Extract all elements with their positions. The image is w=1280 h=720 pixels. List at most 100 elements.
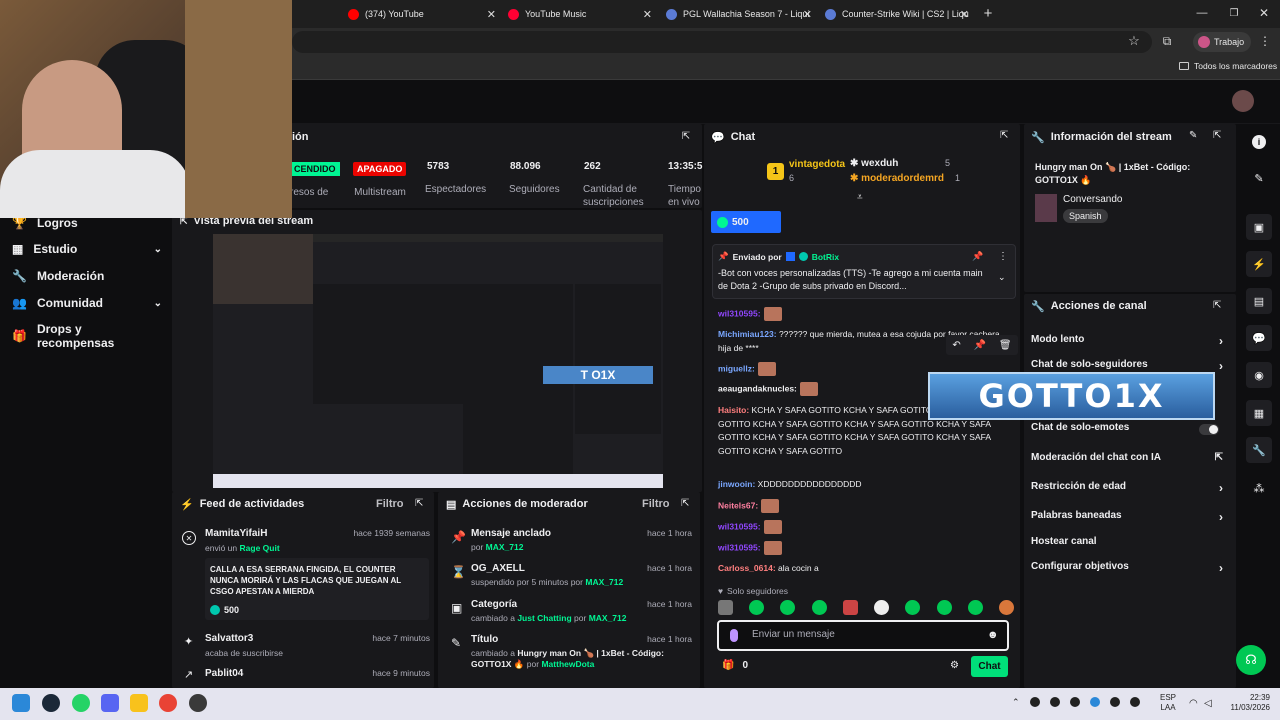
emote-icon[interactable] xyxy=(905,600,921,615)
close-icon[interactable]: ✕ xyxy=(960,8,969,21)
chat-username[interactable]: Haisito: xyxy=(718,405,749,415)
tab-liquipedia-cs[interactable]: Counter-Strike Wiki | CS2 | Liqu ✕ xyxy=(825,4,969,24)
emoji-icon[interactable]: ☻ xyxy=(987,629,999,641)
close-icon[interactable]: ✕ xyxy=(487,8,496,21)
tab-youtube-music[interactable]: YouTube Music ✕ xyxy=(508,4,652,24)
emote-icon[interactable] xyxy=(780,600,796,615)
quick-action-clip-icon[interactable]: ▤ xyxy=(1246,288,1272,314)
leader-name[interactable]: vintagedota xyxy=(789,159,845,170)
emote-icon[interactable] xyxy=(749,600,765,615)
nav-item-logros[interactable]: 🏆 Logros xyxy=(12,216,162,230)
channel-action-4[interactable]: Restricción de edad › xyxy=(1031,481,1227,497)
emote-icon[interactable] xyxy=(842,600,858,615)
steam-icon[interactable] xyxy=(42,694,60,712)
chrome-icon[interactable] xyxy=(159,694,177,712)
bluetooth-icon[interactable] xyxy=(1090,697,1100,707)
volume-icon[interactable]: ◁ xyxy=(1204,698,1212,709)
chat-username[interactable]: miguellz: xyxy=(718,363,755,373)
chevron-down-icon[interactable]: ⩡ xyxy=(857,192,863,203)
wifi-icon[interactable]: ◠ xyxy=(1189,698,1198,709)
chat-username[interactable]: Carloss_0614: xyxy=(718,563,776,573)
tray-app-icon[interactable] xyxy=(1130,697,1140,707)
mic-icon[interactable] xyxy=(730,629,738,642)
new-tab-icon[interactable]: + xyxy=(981,5,995,22)
popout-icon[interactable]: ⇱ xyxy=(1213,300,1221,311)
leader-name[interactable]: ✱ wexduh xyxy=(850,158,898,169)
popout-icon[interactable]: ⇱ xyxy=(1213,130,1221,141)
omnibox[interactable] xyxy=(292,31,1152,53)
close-icon[interactable]: ✕ xyxy=(643,8,652,21)
emote-icon[interactable] xyxy=(936,600,952,615)
emote-icon[interactable] xyxy=(998,600,1014,615)
discord-icon[interactable] xyxy=(101,694,119,712)
profile-chip[interactable]: Trabajo xyxy=(1193,32,1251,52)
windows-start-icon[interactable] xyxy=(12,694,30,712)
pencil-icon[interactable]: ✎ xyxy=(1252,171,1266,185)
stream-category[interactable]: Conversando xyxy=(1063,194,1122,205)
chevron-up-icon[interactable]: ⌃ xyxy=(1012,697,1020,708)
toggle-switch[interactable] xyxy=(1199,424,1219,435)
tray-app-icon[interactable] xyxy=(1070,697,1080,707)
leader-name[interactable]: ✱ moderadordemrd xyxy=(850,173,944,184)
quick-action-tools-icon[interactable]: 🔧 xyxy=(1246,437,1272,463)
obs-icon[interactable] xyxy=(189,694,207,712)
close-icon[interactable]: ✕ xyxy=(803,8,812,21)
pin-icon[interactable]: 📌 xyxy=(974,340,986,351)
channel-action-0[interactable]: Modo lento › xyxy=(1031,334,1227,350)
menu-kebab-icon[interactable]: ⋮ xyxy=(1259,34,1271,48)
info-icon[interactable]: i xyxy=(1252,135,1266,149)
chat-username[interactable]: wil310595: xyxy=(718,542,761,552)
language-indicator[interactable]: ESP LAA xyxy=(1160,693,1176,713)
extensions-icon[interactable]: ⧉ xyxy=(1160,34,1174,48)
edit-icon[interactable]: ✎ xyxy=(1189,130,1197,141)
feed-user[interactable]: Salvattor3 xyxy=(205,633,253,644)
quick-action-bolt-icon[interactable]: ⚡ xyxy=(1246,251,1272,277)
minimize-icon[interactable]: — xyxy=(1195,6,1209,20)
all-bookmarks[interactable]: Todos los marcadores xyxy=(1179,61,1277,71)
user-avatar[interactable] xyxy=(1232,90,1254,112)
close-window-icon[interactable]: ✕ xyxy=(1257,6,1271,20)
popout-icon[interactable]: ⇱ xyxy=(415,498,423,509)
mod-filter-button[interactable]: Filtro xyxy=(642,498,670,510)
gear-icon[interactable]: ⚙ xyxy=(950,660,959,671)
popout-icon[interactable]: ⇱ xyxy=(1000,130,1008,141)
tray-app-icon[interactable] xyxy=(1110,697,1120,707)
channel-action-7[interactable]: Configurar objetivos › xyxy=(1031,561,1227,577)
popout-icon[interactable]: ⇱ xyxy=(680,130,692,142)
menu-kebab-icon[interactable]: ⋮ xyxy=(998,251,1008,262)
nav-item-comunidad[interactable]: 👥 Comunidad ⌄ xyxy=(12,296,162,310)
unpin-icon[interactable]: 📌 xyxy=(972,251,983,262)
emote-icon[interactable] xyxy=(718,600,733,615)
channel-points-bar[interactable]: 500 xyxy=(711,211,781,233)
emote-icon[interactable] xyxy=(967,600,983,615)
tab-liquipedia-pgl[interactable]: PGL Wallachia Season 7 - Liqui ✕ xyxy=(666,4,812,24)
tray-app-icon[interactable] xyxy=(1030,697,1040,707)
emote-icon[interactable] xyxy=(811,600,827,615)
maximize-icon[interactable]: ❐ xyxy=(1227,6,1241,20)
channel-action-3[interactable]: Moderación del chat con IA ⇱ xyxy=(1031,452,1227,468)
support-headset-icon[interactable]: ☊ xyxy=(1236,645,1266,675)
whatsapp-icon[interactable] xyxy=(72,694,90,712)
chat-username[interactable]: jinwooin: xyxy=(718,479,755,489)
stream-preview-video[interactable]: T O1X xyxy=(213,234,663,488)
tray-app-icon[interactable] xyxy=(1050,697,1060,707)
quick-action-ads-icon[interactable]: ▦ xyxy=(1246,400,1272,426)
chat-username[interactable]: Michimiau123: xyxy=(718,329,777,339)
channel-action-6[interactable]: Hostear canal xyxy=(1031,536,1227,552)
nav-item-estudio[interactable]: ▦ Estudio ⌄ xyxy=(12,242,162,256)
file-explorer-icon[interactable] xyxy=(130,694,148,712)
clock[interactable]: 22:39 11/03/2026 xyxy=(1222,693,1270,713)
extensions-dots-icon[interactable]: ⁂ xyxy=(1252,481,1266,495)
chat-username[interactable]: wil310595: xyxy=(718,521,761,531)
quick-action-snapshot-icon[interactable]: ▣ xyxy=(1246,214,1272,240)
reply-icon[interactable]: ↶ xyxy=(952,340,960,351)
chevron-down-icon[interactable]: ⌄ xyxy=(998,272,1006,283)
bookmark-star-icon[interactable]: ☆ xyxy=(1127,33,1141,48)
nav-item-moderacion[interactable]: 🔧 Moderación xyxy=(12,269,162,283)
nav-item-drops[interactable]: 🎁 Drops y recompensas xyxy=(12,322,162,350)
channel-action-2[interactable]: Chat de solo-emotes xyxy=(1031,422,1227,438)
tab-youtube[interactable]: (374) YouTube ✕ xyxy=(348,4,496,24)
feed-user[interactable]: Pablit04 xyxy=(205,668,243,679)
chat-send-button[interactable]: Chat xyxy=(971,656,1008,677)
popout-icon[interactable]: ⇱ xyxy=(681,498,689,509)
